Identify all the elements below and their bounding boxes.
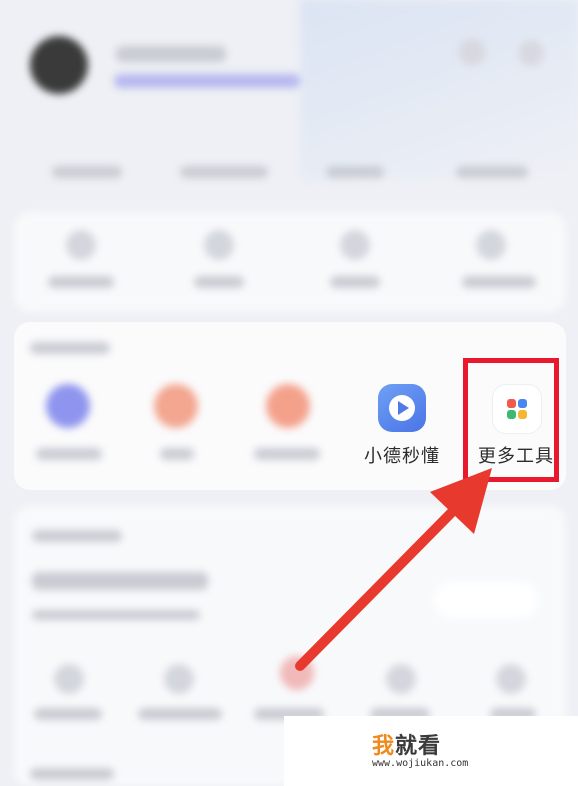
watermark-title-main: 我 — [372, 734, 396, 759]
watermark-title: 我就看 — [372, 728, 441, 760]
watermark-url: www.wojiukan.com — [372, 758, 469, 769]
watermark-title-rest: 就看 — [395, 734, 442, 759]
watermark: 我就看 www.wojiukan.com — [284, 716, 578, 786]
pointer-arrow — [295, 468, 492, 671]
